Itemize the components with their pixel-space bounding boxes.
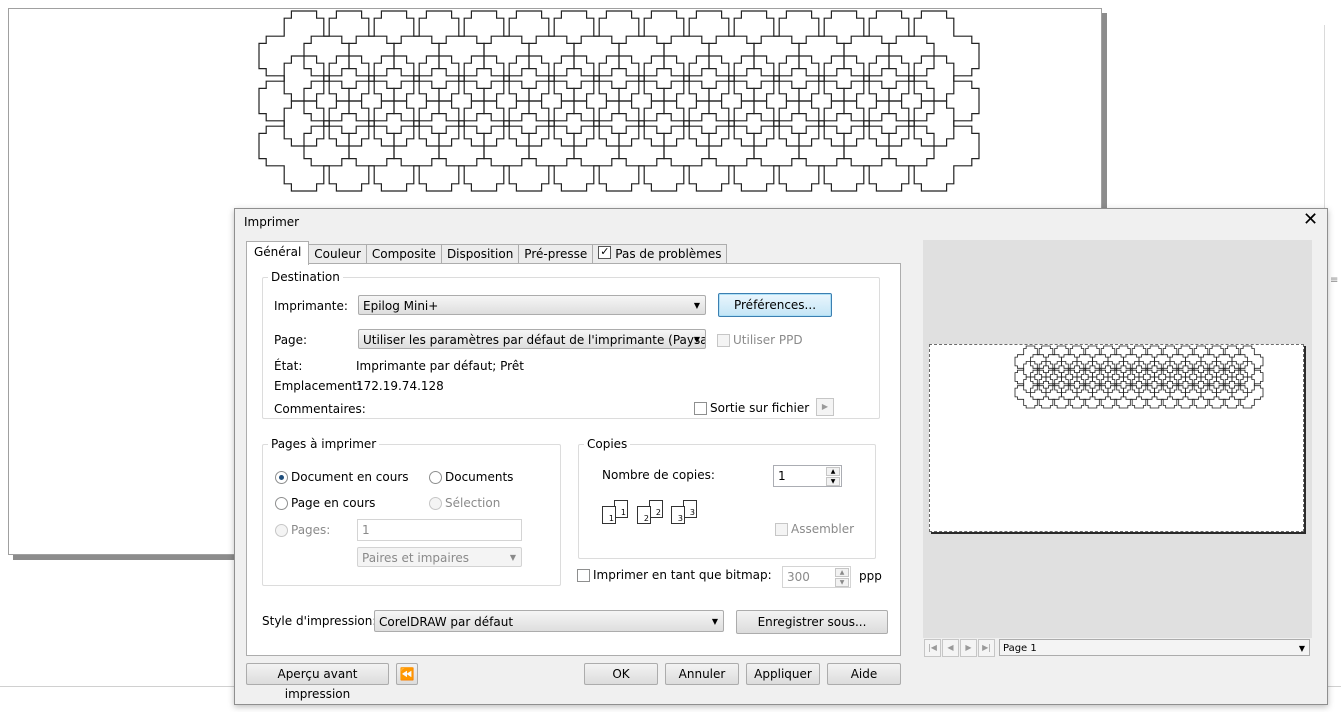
pages-radio[interactable] xyxy=(275,524,288,537)
print-preview-pane xyxy=(923,240,1312,638)
printer-select[interactable]: Epilog Mini+ ▼ xyxy=(358,295,706,315)
comments-label: Commentaires: xyxy=(274,402,366,416)
chevron-down-icon: ▼ xyxy=(693,301,700,310)
chevron-down-icon: ▼ xyxy=(1298,644,1305,653)
documents-label: Documents xyxy=(445,470,514,484)
current-page-label: Page en cours xyxy=(291,496,376,510)
print-as-bitmap-checkbox[interactable] xyxy=(577,569,590,582)
sheet-back-3: 3 xyxy=(683,500,697,518)
save-as-style-button[interactable]: Enregistrer sous... xyxy=(736,610,888,634)
print-to-file-label: Sortie sur fichier xyxy=(710,401,810,415)
chevron-down-icon: ▼ xyxy=(693,335,700,344)
preview-page-select[interactable]: Page 1 ▼ xyxy=(999,639,1310,656)
print-style-value: CorelDRAW par défaut xyxy=(379,615,514,629)
page-setting-value: Utiliser les paramètres par défaut de l'… xyxy=(363,333,706,347)
sheet-front-2: 2 xyxy=(637,506,651,524)
close-icon[interactable]: ✕ xyxy=(1303,210,1318,230)
state-label: État: xyxy=(274,359,303,373)
printer-label: Imprimante: xyxy=(274,299,348,313)
general-tab-panel: Destination Imprimante: Epilog Mini+ ▼ Pr… xyxy=(246,263,901,656)
use-ppd-label: Utiliser PPD xyxy=(733,333,803,347)
last-page-icon[interactable]: ▶| xyxy=(978,639,995,657)
tab-prepress[interactable]: Pré-presse xyxy=(519,244,594,264)
collapse-preview-icon[interactable]: ⏪ xyxy=(396,663,418,685)
page-setting-select[interactable]: Utiliser les paramètres par défaut de l'… xyxy=(358,329,706,349)
print-preview-button[interactable]: Aperçu avant impression xyxy=(246,663,389,701)
tab-no-issues[interactable]: Pas de problèmes xyxy=(593,242,728,264)
pages-label: Pages: xyxy=(291,523,331,537)
canvas-artwork xyxy=(258,10,980,192)
copies-count-input[interactable]: 1 ▲ ▼ xyxy=(773,465,842,487)
stepper-up-icon[interactable]: ▲ xyxy=(835,568,849,577)
apply-button[interactable]: Appliquer xyxy=(746,663,820,685)
dpi-stepper[interactable]: ▲ ▼ xyxy=(835,568,849,587)
location-label: Emplacement: xyxy=(274,379,361,393)
destination-legend: Destination xyxy=(271,270,340,284)
sheet-back-2: 2 xyxy=(649,500,663,518)
current-document-radio[interactable] xyxy=(275,471,288,484)
previous-page-icon[interactable]: ◀ xyxy=(942,639,959,657)
location-value: 172.19.74.128 xyxy=(356,379,444,393)
dpi-unit-label: ppp xyxy=(859,569,882,583)
tab-bar: Général Couleur Composite Disposition Pr… xyxy=(246,241,728,265)
chevron-down-icon: ▼ xyxy=(711,617,718,626)
collate-stack-icon: 1 1 2 2 3 3 xyxy=(602,500,712,532)
preferences-button[interactable]: Préférences... xyxy=(718,293,832,317)
tab-general[interactable]: Général xyxy=(246,241,310,265)
tab-no-issues-label: Pas de problèmes xyxy=(615,247,722,261)
stepper-down-icon[interactable]: ▼ xyxy=(835,578,849,587)
print-as-bitmap-label: Imprimer en tant que bitmap: xyxy=(593,568,772,582)
sheet-front-1: 1 xyxy=(602,506,616,524)
next-page-icon[interactable]: ▶ xyxy=(960,639,977,657)
chevron-down-icon: ▼ xyxy=(509,553,516,562)
print-style-select[interactable]: CorelDRAW par défaut ▼ xyxy=(374,610,724,632)
collate-checkbox[interactable] xyxy=(775,523,788,536)
stepper-up-icon[interactable]: ▲ xyxy=(826,467,840,476)
print-dialog: Imprimer ✕ Général Couleur Composite Dis… xyxy=(234,208,1328,705)
pages-range-input[interactable]: 1 xyxy=(357,519,522,541)
current-document-label: Document en cours xyxy=(291,470,409,484)
parity-select-value: Paires et impaires xyxy=(362,551,470,565)
preview-page[interactable] xyxy=(929,344,1304,532)
sheet-back-1: 1 xyxy=(614,500,628,518)
documents-radio[interactable] xyxy=(429,471,442,484)
state-value: Imprimante par défaut; Prêt xyxy=(356,359,524,373)
preview-artwork xyxy=(1014,345,1264,409)
tab-color[interactable]: Couleur xyxy=(309,244,367,264)
page-label: Page: xyxy=(274,333,308,347)
copies-legend: Copies xyxy=(587,437,628,451)
sheet-front-3: 3 xyxy=(671,506,685,524)
preview-page-value: Page 1 xyxy=(1003,643,1037,654)
selection-radio[interactable] xyxy=(429,497,442,510)
copies-group: Copies xyxy=(578,437,876,559)
cancel-button[interactable]: Annuler xyxy=(665,663,739,685)
bitmap-dpi-value: 300 xyxy=(787,570,810,584)
stepper-down-icon[interactable]: ▼ xyxy=(826,477,840,486)
printer-select-value: Epilog Mini+ xyxy=(363,299,439,313)
print-to-file-checkbox[interactable] xyxy=(694,402,707,415)
ok-button[interactable]: OK xyxy=(584,663,658,685)
copies-count-value: 1 xyxy=(778,469,786,483)
tab-composite[interactable]: Composite xyxy=(366,244,442,264)
pages-to-print-legend: Pages à imprimer xyxy=(271,437,377,451)
checklist-icon xyxy=(598,242,612,261)
help-button[interactable]: Aide xyxy=(827,663,901,685)
copies-stepper[interactable]: ▲ ▼ xyxy=(826,467,840,486)
collate-label: Assembler xyxy=(791,522,855,536)
copies-count-label: Nombre de copies: xyxy=(602,468,715,482)
print-style-label: Style d'impression: xyxy=(262,614,377,628)
parity-select[interactable]: Paires et impaires ▼ xyxy=(357,547,522,567)
use-ppd-checkbox[interactable] xyxy=(717,334,730,347)
tab-layout[interactable]: Disposition xyxy=(441,244,520,264)
first-page-icon[interactable]: |◀ xyxy=(924,639,941,657)
dialog-title: Imprimer xyxy=(244,215,300,229)
bitmap-dpi-input[interactable]: 300 ▲ ▼ xyxy=(782,566,851,588)
preview-page-navigator: |◀ ◀ ▶ ▶| Page 1 ▼ xyxy=(923,639,1312,657)
selection-label: Sélection xyxy=(445,496,501,510)
scroll-grip-icon: ≡ xyxy=(1330,275,1339,286)
print-to-file-arrow-icon[interactable]: ▶ xyxy=(816,398,834,416)
current-page-radio[interactable] xyxy=(275,497,288,510)
